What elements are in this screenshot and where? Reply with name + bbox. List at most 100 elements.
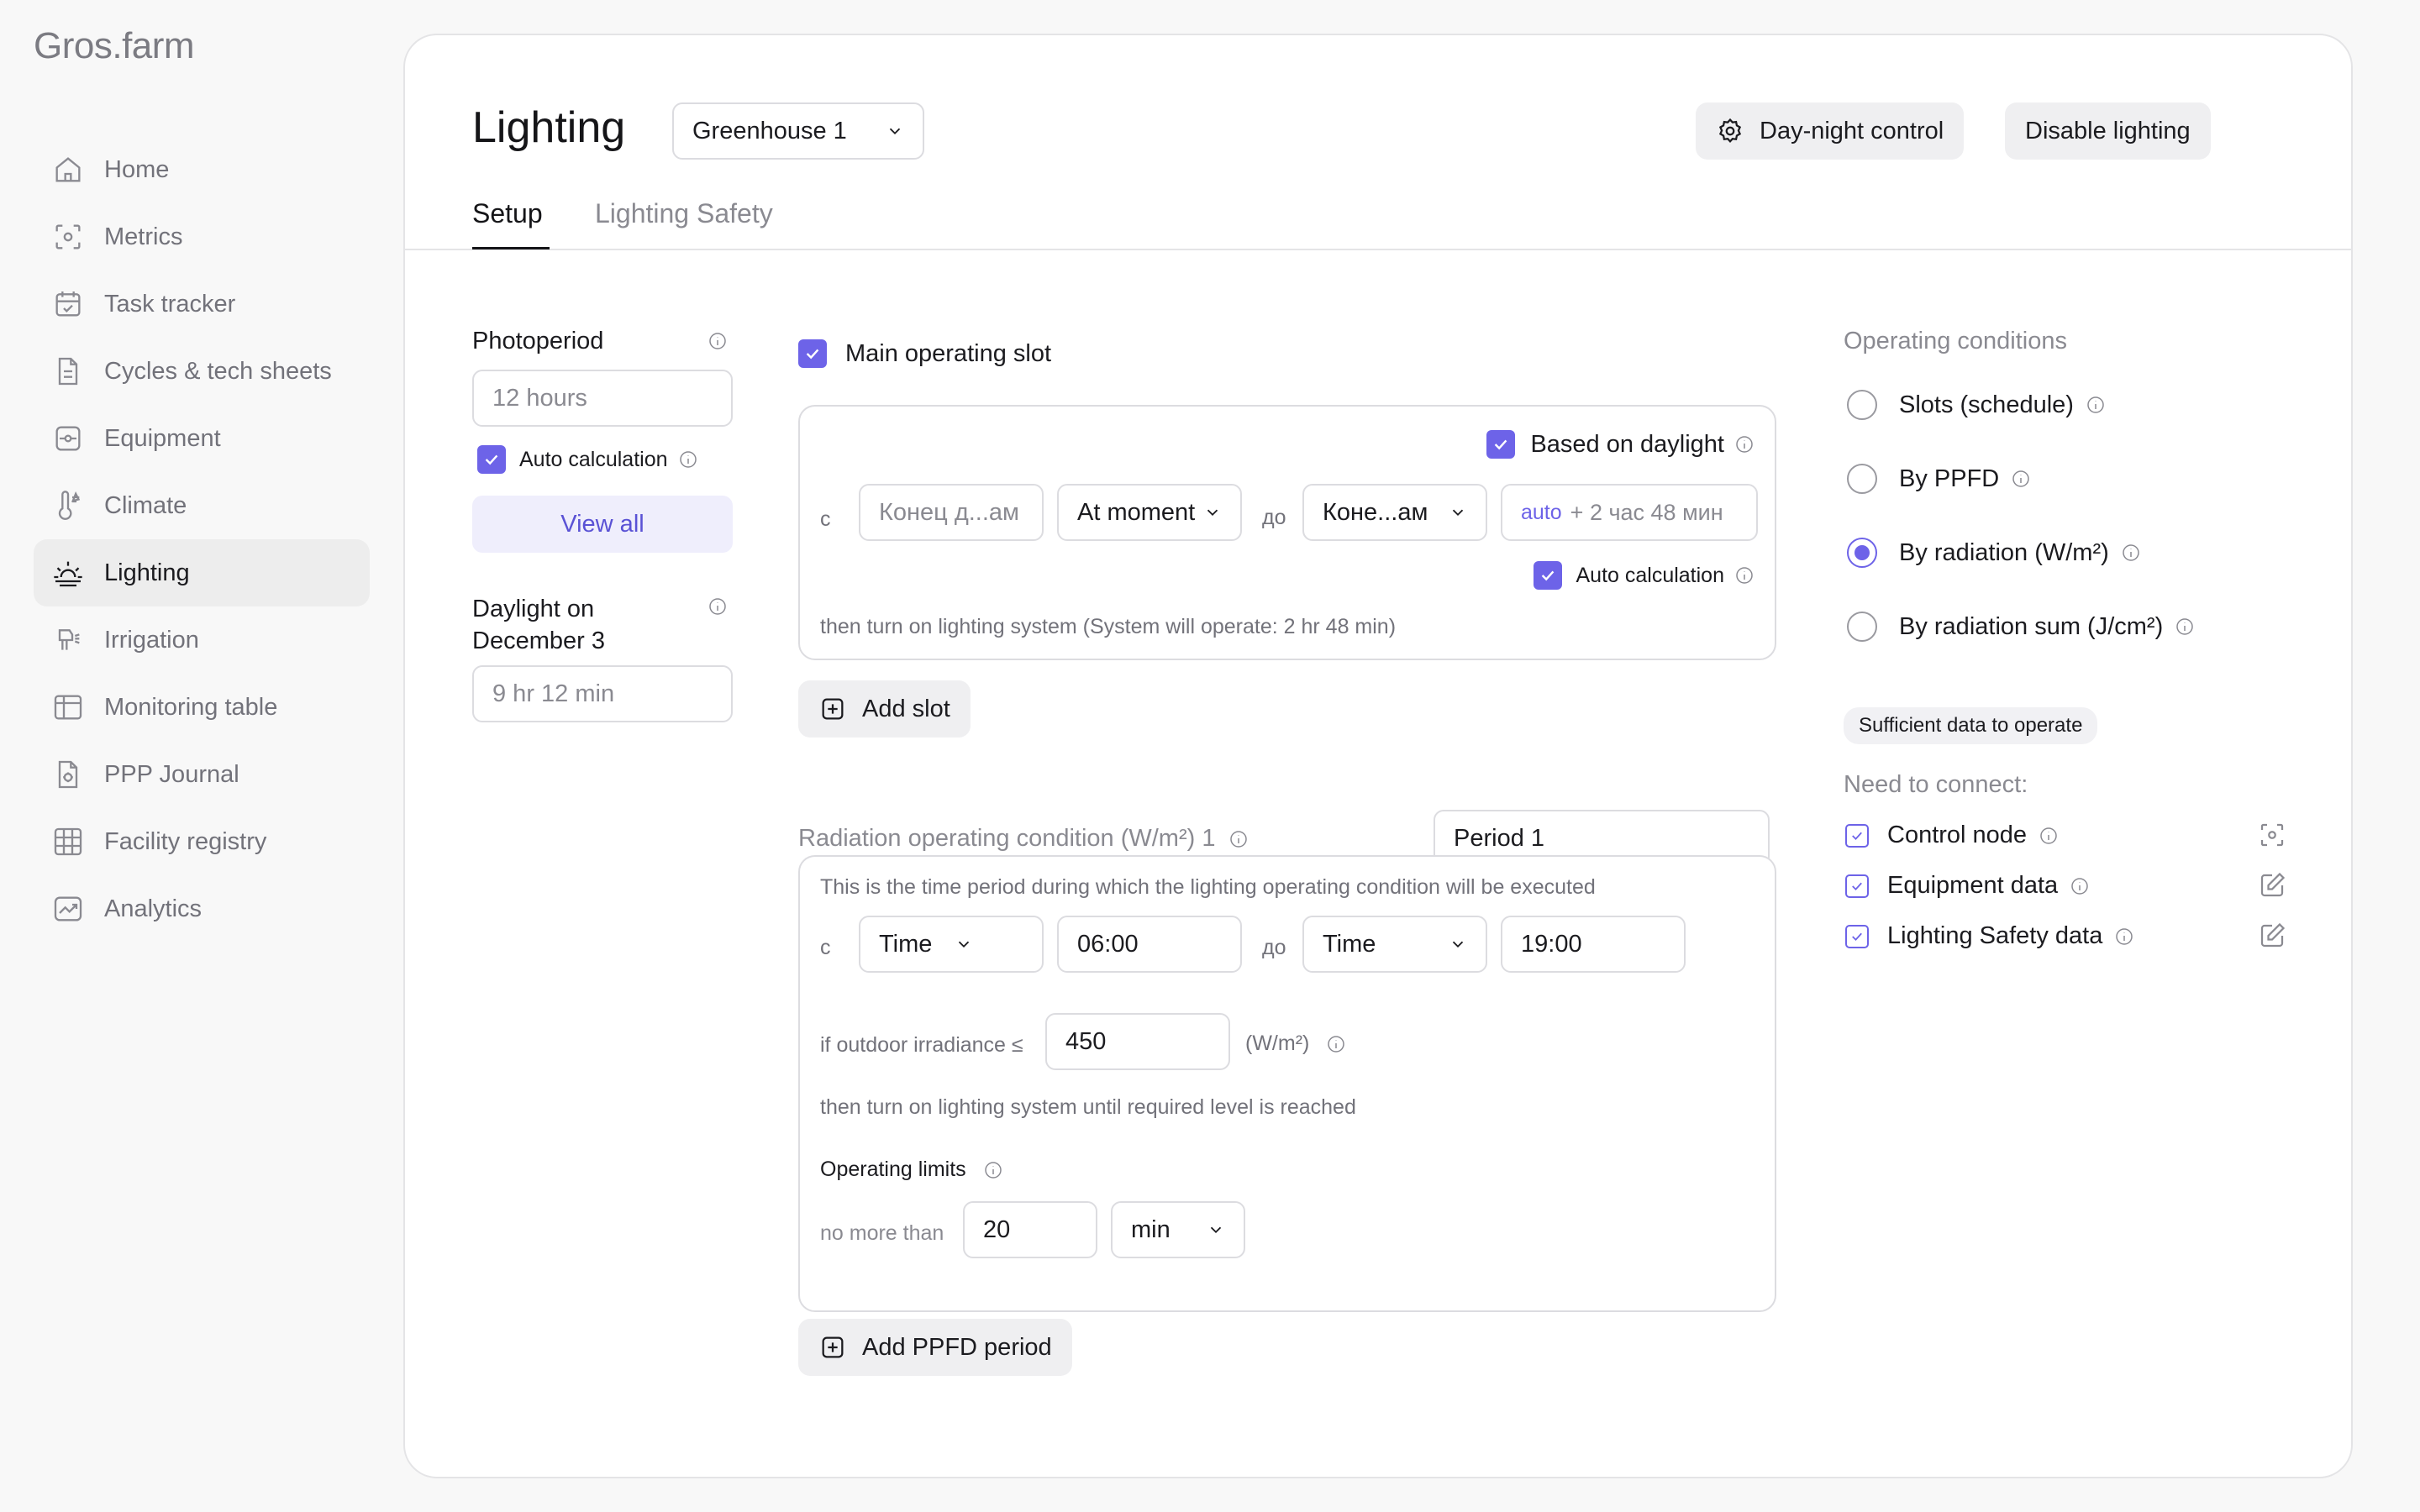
to-prefix: до <box>1262 506 1286 529</box>
sidebar-item-ppp-journal[interactable]: PPP Journal <box>34 741 370 808</box>
info-icon[interactable] <box>708 596 728 617</box>
from-type-select[interactable]: Time <box>859 916 1044 973</box>
info-icon[interactable] <box>1734 565 1754 585</box>
journal-icon <box>50 757 86 792</box>
sidebar-item-label: Metrics <box>104 223 183 250</box>
scan-icon[interactable] <box>2257 820 2287 850</box>
greenhouse-select[interactable]: Greenhouse 1 <box>672 102 924 160</box>
slot-auto-calculation-label: Auto calculation <box>1576 563 1724 587</box>
operating-limits-label: Operating limits <box>820 1158 966 1181</box>
app-logo[interactable]: Gros.farm <box>34 25 195 67</box>
day-night-control-button[interactable]: Day-night control <box>1696 102 1965 160</box>
info-icon[interactable] <box>2086 395 2106 415</box>
photoperiod-input[interactable]: 12 hours <box>472 370 733 427</box>
calendar-icon <box>50 286 86 322</box>
checkbox-checked[interactable] <box>798 339 827 368</box>
edit-icon[interactable] <box>2257 921 2287 951</box>
status-badge: Sufficient data to operate <box>1844 707 2098 744</box>
slot-from-input[interactable]: Конец д...ам <box>859 484 1044 541</box>
edit-icon[interactable] <box>2257 870 2287 900</box>
slot-moment-select[interactable]: At moment <box>1057 484 1242 541</box>
based-on-daylight-checkbox[interactable]: Based on daylight <box>1486 430 1754 459</box>
to-time-input[interactable]: 19:00 <box>1501 916 1686 973</box>
info-icon[interactable] <box>1734 434 1754 454</box>
sidebar-item-equipment[interactable]: Equipment <box>34 405 370 472</box>
checkbox-checked[interactable] <box>477 445 506 474</box>
chevron-down-icon <box>1452 941 1464 948</box>
sidebar-item-facility-registry[interactable]: Facility registry <box>34 808 370 875</box>
disable-lighting-label: Disable lighting <box>2025 117 2191 144</box>
sidebar-item-climate[interactable]: Climate <box>34 472 370 539</box>
sidebar-item-lighting[interactable]: Lighting <box>34 539 370 606</box>
info-icon[interactable] <box>2039 826 2059 846</box>
daylight-input[interactable]: 9 hr 12 min <box>472 665 733 722</box>
slot-auto-calculation-checkbox[interactable]: Auto calculation <box>1534 561 1754 590</box>
add-slot-button[interactable]: Add slot <box>798 680 971 738</box>
tab-setup[interactable]: Setup <box>472 198 543 229</box>
chart-icon <box>50 891 86 927</box>
sprinkler-icon <box>50 622 86 658</box>
radiation-condition-title: Radiation operating condition (W/m²) 1 <box>798 825 1216 852</box>
checkbox-checked[interactable] <box>1845 823 1869 848</box>
sidebar-item-irrigation[interactable]: Irrigation <box>34 606 370 674</box>
info-icon[interactable] <box>1228 829 1249 849</box>
sidebar-item-cycles[interactable]: Cycles & tech sheets <box>34 338 370 405</box>
view-all-button[interactable]: View all <box>472 496 733 553</box>
info-icon[interactable] <box>1326 1034 1346 1054</box>
day-night-control-label: Day-night control <box>1760 117 1944 144</box>
slot-footer-text: then turn on lighting system (System wil… <box>820 615 1397 638</box>
condition-option-radiation-sum[interactable]: By radiation sum (J/cm²) <box>1847 612 2195 642</box>
radio-button-selected[interactable] <box>1847 538 1877 568</box>
slot-auto-duration[interactable]: auto + 2 час 48 мин <box>1501 484 1758 541</box>
irradiance-unit-row: (W/m²) <box>1245 1032 1346 1056</box>
operating-limits-row: Operating limits <box>820 1158 1003 1182</box>
radio-button[interactable] <box>1847 464 1877 494</box>
info-icon[interactable] <box>2121 543 2141 563</box>
slot-to-select[interactable]: Коне...ам <box>1302 484 1487 541</box>
tab-lighting-safety[interactable]: Lighting Safety <box>595 198 773 229</box>
info-icon[interactable] <box>2011 469 2031 489</box>
sidebar-item-monitoring-table[interactable]: Monitoring table <box>34 674 370 741</box>
sidebar-nav: Home Metrics Task tracker Cycles & tech … <box>34 136 370 942</box>
radio-button[interactable] <box>1847 612 1877 642</box>
to-type-select[interactable]: Time <box>1302 916 1487 973</box>
info-icon[interactable] <box>678 449 698 470</box>
requirement-control-node: Control node <box>1845 822 2059 849</box>
info-icon[interactable] <box>2175 617 2195 637</box>
sidebar-item-home[interactable]: Home <box>34 136 370 203</box>
info-icon[interactable] <box>983 1160 1003 1180</box>
info-icon[interactable] <box>708 331 728 351</box>
radio-button[interactable] <box>1847 390 1877 420</box>
sidebar-item-label: Monitoring table <box>104 693 278 721</box>
irradiance-threshold-input[interactable]: 450 <box>1045 1013 1230 1070</box>
disable-lighting-button[interactable]: Disable lighting <box>2005 102 2211 160</box>
greenhouse-select-value: Greenhouse 1 <box>692 117 847 144</box>
condition-option-radiation[interactable]: By radiation (W/m²) <box>1847 538 2141 568</box>
main-slot-checkbox[interactable]: Main operating slot <box>798 339 1051 368</box>
requirement-label: Control node <box>1887 822 2028 848</box>
limit-value-input[interactable]: 20 <box>963 1201 1097 1258</box>
auto-calculation-checkbox[interactable]: Auto calculation <box>477 445 698 474</box>
sidebar-item-analytics[interactable]: Analytics <box>34 875 370 942</box>
metrics-icon <box>50 219 86 255</box>
sidebar-item-metrics[interactable]: Metrics <box>34 203 370 270</box>
checkbox-checked[interactable] <box>1845 874 1869 898</box>
condition-option-slots[interactable]: Slots (schedule) <box>1847 390 2106 420</box>
sidebar-item-label: Home <box>104 155 170 183</box>
sidebar-item-task-tracker[interactable]: Task tracker <box>34 270 370 338</box>
add-ppfd-period-button[interactable]: Add PPFD period <box>798 1319 1072 1376</box>
thermometer-icon <box>50 488 86 523</box>
limit-unit-select[interactable]: min <box>1111 1201 1245 1258</box>
info-icon[interactable] <box>2070 876 2090 896</box>
from-time-input[interactable]: 06:00 <box>1057 916 1242 973</box>
sidebar-item-label: PPP Journal <box>104 760 239 788</box>
requirement-label: Equipment data <box>1887 872 2059 899</box>
condition-option-ppfd[interactable]: By PPFD <box>1847 464 2031 494</box>
table-icon <box>50 690 86 725</box>
info-icon[interactable] <box>2114 927 2134 947</box>
radiation-description: This is the time period during which the… <box>820 875 1596 899</box>
then-text: then turn on lighting system until requi… <box>820 1095 1356 1119</box>
checkbox-checked[interactable] <box>1845 924 1869 948</box>
checkbox-checked[interactable] <box>1486 430 1516 459</box>
checkbox-checked[interactable] <box>1534 561 1563 590</box>
